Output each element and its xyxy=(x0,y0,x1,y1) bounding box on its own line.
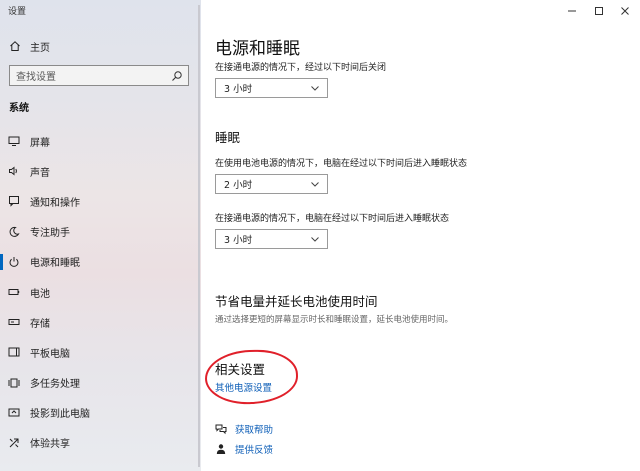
search-placeholder: 查找设置 xyxy=(16,72,56,83)
sidebar-item-label: 体验共享 xyxy=(30,439,70,451)
sidebar-item-label: 专注助手 xyxy=(30,228,70,240)
close-icon xyxy=(621,7,629,15)
save-power-heading: 节省电量并延长电池使用时间 xyxy=(215,294,378,309)
search-input[interactable]: 查找设置 xyxy=(9,65,189,86)
app-title: 设置 xyxy=(8,7,27,17)
maximize-button[interactable] xyxy=(587,0,611,22)
screen-timeout-label: 在接通电源的情况下，经过以下时间后关闭 xyxy=(215,63,387,73)
share-icon xyxy=(8,437,20,449)
sidebar-item-shared-experiences[interactable]: 体验共享 xyxy=(0,428,201,458)
chevron-down-icon xyxy=(309,233,321,245)
page-title: 电源和睡眠 xyxy=(215,39,300,59)
sidebar-item-label: 声音 xyxy=(30,167,50,179)
monitor-icon xyxy=(8,135,20,147)
sleep-plugged-select[interactable]: 3 小时 xyxy=(215,229,328,249)
home-icon xyxy=(9,40,21,52)
sidebar-item-storage[interactable]: 存储 xyxy=(0,307,201,337)
help-chat-icon xyxy=(215,423,227,435)
home-nav-item[interactable]: 主页 xyxy=(0,36,201,56)
sidebar: 设置 主页 查找设置 系统 屏幕 声音 通知和操作 专注助手 电源和睡眠 电池 … xyxy=(0,0,201,471)
project-icon xyxy=(8,407,20,419)
power-icon xyxy=(8,256,20,268)
sidebar-item-notifications[interactable]: 通知和操作 xyxy=(0,186,201,216)
sidebar-item-battery[interactable]: 电池 xyxy=(0,277,201,307)
get-help-link[interactable]: 获取帮助 xyxy=(215,422,273,436)
sidebar-nav: 屏幕 声音 通知和操作 专注助手 电源和睡眠 电池 存储 平板电脑 多任务处理 … xyxy=(0,126,201,458)
additional-power-settings-link[interactable]: 其他电源设置 xyxy=(215,380,272,394)
sidebar-item-label: 平板电脑 xyxy=(30,348,70,360)
close-button[interactable] xyxy=(613,0,637,22)
search-icon[interactable] xyxy=(170,69,184,83)
save-power-desc: 通过选择更短的屏幕显示时长和睡眠设置，延长电池使用时间。 xyxy=(215,315,454,325)
sleep-battery-select[interactable]: 2 小时 xyxy=(215,174,328,194)
chevron-down-icon xyxy=(309,178,321,190)
sidebar-item-label: 存储 xyxy=(30,318,50,330)
feedback-person-icon xyxy=(215,443,227,455)
sidebar-item-sound[interactable]: 声音 xyxy=(0,156,201,186)
minimize-icon xyxy=(568,10,576,12)
sidebar-item-focus-assist[interactable]: 专注助手 xyxy=(0,217,201,247)
sleep-plugged-value: 3 小时 xyxy=(224,235,253,246)
sidebar-item-label: 电源和睡眠 xyxy=(30,258,80,270)
sleep-battery-label: 在使用电池电源的情况下，电脑在经过以下时间后进入睡眠状态 xyxy=(215,159,468,169)
tablet-icon xyxy=(8,346,20,358)
multitask-icon xyxy=(8,377,20,389)
home-label: 主页 xyxy=(30,42,50,54)
battery-icon xyxy=(8,286,20,298)
sidebar-item-display[interactable]: 屏幕 xyxy=(0,126,201,156)
main-content: 电源和睡眠 在接通电源的情况下，经过以下时间后关闭 3 小时 睡眠 在使用电池电… xyxy=(201,0,640,471)
sidebar-item-label: 电池 xyxy=(30,288,50,300)
sleep-heading: 睡眠 xyxy=(215,130,241,145)
sidebar-scrollbar[interactable] xyxy=(198,5,200,467)
notification-icon xyxy=(8,195,20,208)
screen-timeout-value: 3 小时 xyxy=(224,84,253,95)
sleep-plugged-label: 在接通电源的情况下，电脑在经过以下时间后进入睡眠状态 xyxy=(215,214,450,224)
sidebar-item-power-sleep[interactable]: 电源和睡眠 xyxy=(0,247,201,277)
minimize-button[interactable] xyxy=(560,0,584,22)
give-feedback-label: 提供反馈 xyxy=(235,445,274,456)
sidebar-item-label: 通知和操作 xyxy=(30,197,80,209)
maximize-icon xyxy=(595,7,603,15)
sidebar-item-multitasking[interactable]: 多任务处理 xyxy=(0,368,201,398)
chevron-down-icon xyxy=(309,82,321,94)
get-help-label: 获取帮助 xyxy=(235,425,274,436)
section-header-system: 系统 xyxy=(9,103,29,114)
sidebar-item-label: 投影到此电脑 xyxy=(30,409,90,421)
sidebar-item-projecting[interactable]: 投影到此电脑 xyxy=(0,398,201,428)
sidebar-item-label: 多任务处理 xyxy=(30,379,80,391)
sidebar-item-label: 屏幕 xyxy=(30,137,50,149)
speaker-icon xyxy=(8,165,20,177)
related-settings-heading: 相关设置 xyxy=(215,362,266,377)
give-feedback-link[interactable]: 提供反馈 xyxy=(215,442,273,456)
moon-icon xyxy=(8,226,20,238)
storage-icon xyxy=(8,316,20,328)
sidebar-item-tablet[interactable]: 平板电脑 xyxy=(0,337,201,367)
screen-timeout-select[interactable]: 3 小时 xyxy=(215,78,328,98)
sleep-battery-value: 2 小时 xyxy=(224,180,253,191)
